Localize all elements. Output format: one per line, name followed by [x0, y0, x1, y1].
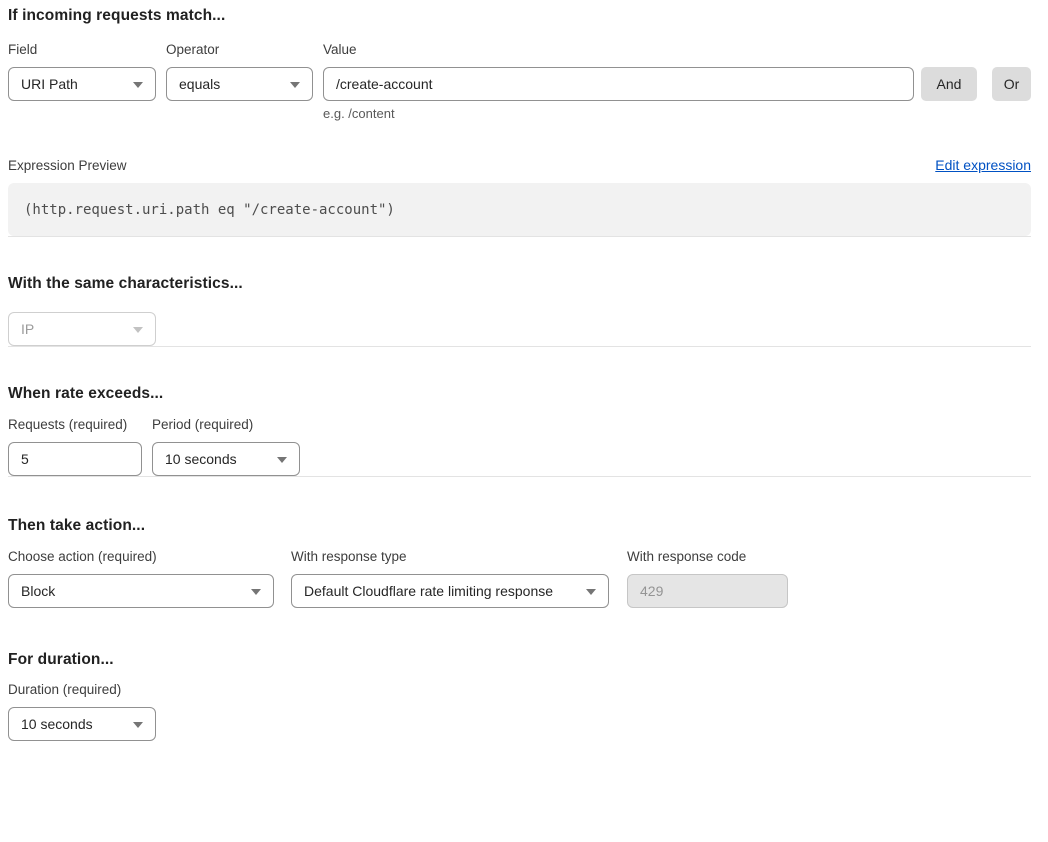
field-group: Field URI Path [8, 43, 156, 101]
choose-action-group: Choose action (required) Block [8, 550, 274, 608]
action-section-heading: Then take action... [8, 517, 1031, 534]
operator-group: Operator equals [166, 43, 313, 101]
chevron-down-icon [133, 722, 143, 728]
field-select[interactable]: URI Path [8, 67, 156, 101]
period-select-value: 10 seconds [165, 451, 237, 467]
match-section-heading: If incoming requests match... [8, 7, 1031, 24]
requests-input[interactable] [8, 442, 142, 476]
expression-preview-box: (http.request.uri.path eq "/create-accou… [8, 183, 1031, 236]
duration-select-value: 10 seconds [21, 716, 93, 732]
period-select[interactable]: 10 seconds [152, 442, 300, 476]
chevron-down-icon [133, 327, 143, 333]
choose-action-select[interactable]: Block [8, 574, 274, 608]
response-code-label: With response code [627, 550, 788, 564]
condition-logic-buttons: And Or [921, 67, 1031, 101]
requests-group: Requests (required) [8, 418, 142, 476]
rate-row: Requests (required) Period (required) 10… [8, 418, 1031, 476]
field-label: Field [8, 43, 156, 57]
operator-select[interactable]: equals [166, 67, 313, 101]
response-type-group: With response type Default Cloudflare ra… [291, 550, 609, 608]
period-group: Period (required) 10 seconds [152, 418, 300, 476]
operator-select-value: equals [179, 76, 220, 92]
chevron-down-icon [251, 589, 261, 595]
chevron-down-icon [277, 457, 287, 463]
section-divider [8, 476, 1031, 477]
value-helper-text: e.g. /content [323, 107, 914, 121]
chevron-down-icon [290, 82, 300, 88]
action-row: Choose action (required) Block With resp… [8, 550, 1031, 608]
section-divider [8, 346, 1031, 347]
duration-group: Duration (required) 10 seconds [8, 683, 156, 741]
value-input[interactable] [323, 67, 914, 101]
expression-preview-label: Expression Preview [8, 159, 127, 173]
choose-action-select-value: Block [21, 583, 55, 599]
value-label: Value [323, 43, 914, 57]
operator-label: Operator [166, 43, 313, 57]
duration-label: Duration (required) [8, 683, 156, 697]
characteristics-section-heading: With the same characteristics... [8, 275, 1031, 292]
field-select-value: URI Path [21, 76, 78, 92]
response-type-select[interactable]: Default Cloudflare rate limiting respons… [291, 574, 609, 608]
match-condition-row: Field URI Path Operator equals Value e.g… [8, 43, 1031, 121]
characteristic-select: IP [8, 312, 156, 346]
value-group: Value e.g. /content [323, 43, 914, 121]
duration-section-heading: For duration... [8, 651, 1031, 668]
period-label: Period (required) [152, 418, 300, 432]
and-button[interactable]: And [921, 67, 977, 101]
expression-preview-code: (http.request.uri.path eq "/create-accou… [24, 202, 395, 218]
expression-preview-header: Expression Preview Edit expression [8, 157, 1031, 173]
characteristic-select-value: IP [21, 321, 34, 337]
response-code-group: With response code [627, 550, 788, 608]
chevron-down-icon [133, 82, 143, 88]
choose-action-label: Choose action (required) [8, 550, 274, 564]
rate-section-heading: When rate exceeds... [8, 385, 1031, 402]
edit-expression-link[interactable]: Edit expression [935, 157, 1031, 173]
response-type-select-value: Default Cloudflare rate limiting respons… [304, 583, 553, 599]
duration-select[interactable]: 10 seconds [8, 707, 156, 741]
response-type-label: With response type [291, 550, 609, 564]
requests-label: Requests (required) [8, 418, 142, 432]
response-code-input [627, 574, 788, 608]
section-divider [8, 236, 1031, 237]
rate-limiting-rule-form: If incoming requests match... Field URI … [0, 0, 1048, 741]
or-button[interactable]: Or [992, 67, 1031, 101]
chevron-down-icon [586, 589, 596, 595]
